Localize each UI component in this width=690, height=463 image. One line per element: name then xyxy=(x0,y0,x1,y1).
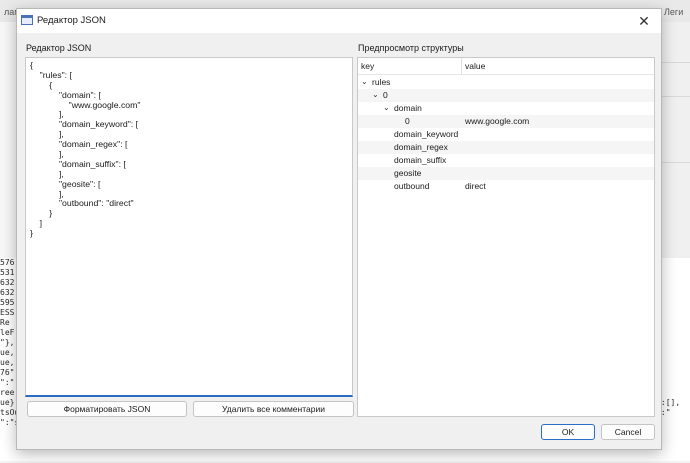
tree-row[interactable]: outbound direct xyxy=(358,180,654,193)
editor-line: "geosite": [ xyxy=(30,178,101,189)
background-right-panel xyxy=(660,22,690,262)
app-window-icon xyxy=(21,15,33,25)
tree-row[interactable]: ⌄ domain xyxy=(358,102,654,115)
dialog-titlebar: Редактор JSON ✕ xyxy=(17,9,661,33)
json-editor-dialog: Редактор JSON ✕ Редактор JSON Предпросмо… xyxy=(16,8,662,450)
column-divider[interactable] xyxy=(461,58,462,74)
tree-value: direct xyxy=(465,181,486,191)
structure-tree-view[interactable]: key value ⌄ rules ⌄ 0 ⌄ domain 0 www.google.com… xyxy=(357,57,655,417)
tree-key: domain_suffix xyxy=(394,155,447,165)
tree-key: 0 xyxy=(405,116,410,126)
tree-row[interactable]: 0 www.google.com xyxy=(358,115,654,128)
chevron-down-icon[interactable]: ⌄ xyxy=(361,77,368,86)
json-editor-textarea[interactable]: { "rules": [ { "domain": [ "www.google.c… xyxy=(25,57,353,397)
tree-column-value[interactable]: value xyxy=(465,61,485,71)
cancel-button[interactable]: Cancel xyxy=(601,424,655,440)
tree-key: geosite xyxy=(394,168,422,178)
dialog-title: Редактор JSON xyxy=(37,15,106,26)
preview-label: Предпросмотр структуры xyxy=(358,43,464,53)
tree-key: domain xyxy=(394,103,422,113)
editor-line: ] xyxy=(30,218,43,229)
tree-key: outbound xyxy=(394,181,430,191)
editor-line: } xyxy=(30,228,33,239)
editor-label: Редактор JSON xyxy=(26,43,92,53)
editor-line: "domain_keyword": [ xyxy=(30,119,139,130)
tree-row[interactable]: domain_suffix xyxy=(358,154,654,167)
editor-line: "domain_suffix": [ xyxy=(30,158,126,169)
tree-row[interactable]: domain_keyword xyxy=(358,128,654,141)
tree-row[interactable]: ⌄ rules xyxy=(358,76,654,89)
tree-column-key[interactable]: key xyxy=(361,61,374,71)
editor-line: "www.google.com" xyxy=(30,99,141,110)
tree-row[interactable]: domain_regex xyxy=(358,141,654,154)
chevron-down-icon[interactable]: ⌄ xyxy=(372,90,379,99)
tree-key: rules xyxy=(372,77,391,87)
tree-key: domain_keyword xyxy=(394,129,459,139)
tree-value: www.google.com xyxy=(465,116,530,126)
ok-button[interactable]: OK xyxy=(541,424,595,440)
editor-line: "domain_regex": [ xyxy=(30,139,128,150)
remove-comments-button[interactable]: Удалить все комментарии xyxy=(193,401,354,417)
tree-header: key value xyxy=(358,58,654,75)
tree-row[interactable]: geosite xyxy=(358,167,654,180)
editor-line: "outbound": "direct" xyxy=(30,198,134,209)
close-icon: ✕ xyxy=(638,13,650,29)
format-json-button[interactable]: Форматировать JSON xyxy=(27,401,187,417)
close-button[interactable]: ✕ xyxy=(629,10,659,32)
editor-line: { xyxy=(30,60,33,70)
chevron-down-icon[interactable]: ⌄ xyxy=(383,103,390,112)
editor-line: } xyxy=(30,208,53,219)
tree-row[interactable]: ⌄ 0 xyxy=(358,89,654,102)
editor-line: "rules": [ xyxy=(30,69,72,80)
tree-key: domain_regex xyxy=(394,142,448,152)
tree-key: 0 xyxy=(383,90,388,100)
background-tab-2[interactable]: Леги xyxy=(660,4,690,20)
